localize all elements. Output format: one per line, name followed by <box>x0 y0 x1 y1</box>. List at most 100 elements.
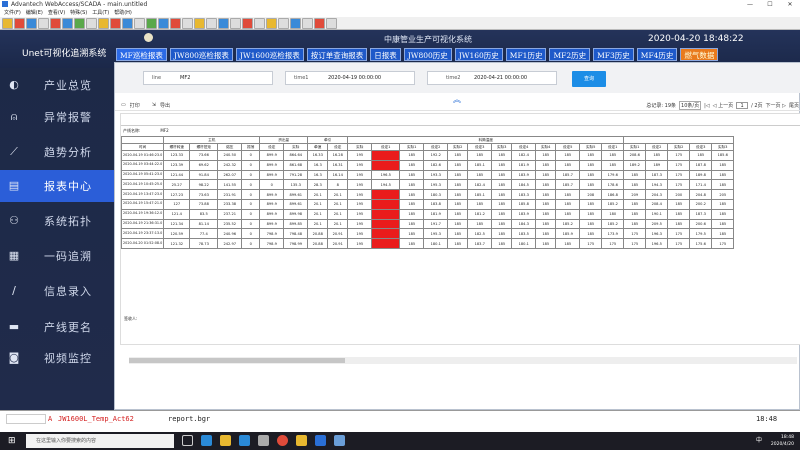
sidebar-item-dashboard[interactable]: ◐ 产业总览 <box>0 69 114 101</box>
menu-view[interactable]: 查看(V) <box>48 9 65 17</box>
tab-report-2[interactable]: JW1600巡检报表 <box>235 48 304 61</box>
store-icon[interactable] <box>239 435 250 446</box>
page-size-select[interactable]: 10条/页 <box>679 101 702 110</box>
table-cell: 185 <box>447 218 469 230</box>
toolbar-tool-icon[interactable] <box>206 17 217 29</box>
table-cell: 185 <box>535 238 557 249</box>
tab-report-0[interactable]: MF巡检报表 <box>116 48 167 61</box>
table-cell: 185 <box>555 198 581 210</box>
tab-report-9[interactable]: MF3历史 <box>593 48 634 61</box>
first-page-button[interactable]: |◁ <box>704 103 710 109</box>
sidebar-item-production-line[interactable]: ▬ 产线更名 <box>0 311 114 343</box>
report-app-icon[interactable] <box>334 435 345 446</box>
table-cell: 899.9 <box>259 198 285 210</box>
tab-report-3[interactable]: 按订单查询报表 <box>306 48 368 61</box>
close-button[interactable]: ✕ <box>780 0 800 9</box>
table-cell: 20.91 <box>327 228 349 240</box>
last-page-button[interactable]: 尾页 <box>789 102 799 109</box>
prev-page-button[interactable]: ◁ 上一页 <box>713 102 733 109</box>
toolbar-tool-icon[interactable] <box>50 17 61 29</box>
toolbar-tool-icon[interactable] <box>86 17 97 29</box>
tab-report-6[interactable]: JW160历史 <box>454 48 503 61</box>
task-view-icon[interactable] <box>182 435 193 446</box>
toolbar-tool-icon[interactable] <box>110 17 121 29</box>
toolbar-tool-icon[interactable] <box>98 17 109 29</box>
query-button[interactable]: 查询 <box>572 71 606 87</box>
tab-report-5[interactable]: JW800历史 <box>403 48 452 61</box>
menu-edit[interactable]: 编辑(E) <box>26 9 43 17</box>
sidebar-item-document[interactable]: ▤ 报表中心 <box>0 170 114 202</box>
menu-tools[interactable]: 工具(T) <box>92 9 109 17</box>
toolbar-tool-icon[interactable] <box>170 17 181 29</box>
toolbar-tool-icon[interactable] <box>146 17 157 29</box>
table-cell: 185 <box>535 159 557 171</box>
toolbar-tool-icon[interactable] <box>122 17 133 29</box>
toolbar-tool-icon[interactable] <box>302 17 313 29</box>
sidebar-item-trend-chart[interactable]: ⟋ 趋势分析 <box>0 136 114 168</box>
toolbar-tool-icon[interactable] <box>242 17 253 29</box>
table-cell: 183.8 <box>423 198 449 210</box>
print-button[interactable]: 打印 <box>130 102 140 109</box>
tab-report-11[interactable]: 燃气数据 <box>680 48 719 61</box>
line-filter[interactable]: line MF2 <box>143 71 273 85</box>
toolbar-tool-icon[interactable] <box>218 17 229 29</box>
toolbar-tool-icon[interactable] <box>134 17 145 29</box>
tray-lang[interactable]: 中 <box>756 437 762 444</box>
toolbar-tool-icon[interactable] <box>26 17 37 29</box>
maximize-button[interactable]: ☐ <box>760 0 780 9</box>
horizontal-scrollbar[interactable] <box>129 357 797 364</box>
scrollbar-thumb[interactable] <box>129 358 345 363</box>
menu-help[interactable]: 帮助(H) <box>114 9 132 17</box>
toolbar-tool-icon[interactable] <box>74 17 85 29</box>
table-cell: 0 <box>241 208 261 220</box>
time2-filter[interactable]: time2 2020-04-21 00:00:00 <box>427 71 557 85</box>
tab-report-8[interactable]: MF2历史 <box>549 48 591 61</box>
sidebar-item-bell[interactable]: ⍝ 异常报警 <box>0 101 114 133</box>
scada-app-icon[interactable] <box>315 435 326 446</box>
edge-icon[interactable] <box>201 435 212 446</box>
export-button[interactable]: 导出 <box>160 102 170 109</box>
tab-report-4[interactable]: 日报表 <box>370 48 401 61</box>
sidebar-item-camera[interactable]: ◙ 视频监控 <box>0 342 114 374</box>
table-cell: 195 <box>347 159 373 171</box>
toolbar-tool-icon[interactable] <box>254 17 265 29</box>
toolbar-tool-icon[interactable] <box>38 17 49 29</box>
sidebar-item-pen[interactable]: ∕ 信息录入 <box>0 275 114 307</box>
toolbar-tool-icon[interactable] <box>278 17 289 29</box>
table-cell: 20.1 <box>307 208 329 220</box>
toolbar-tool-icon[interactable] <box>326 17 337 29</box>
next-page-button[interactable]: 下一页 ▷ <box>766 102 786 109</box>
table-cell: 798.99 <box>283 238 309 249</box>
table-cell: 185 <box>399 208 425 220</box>
sidebar-item-qrcode[interactable]: ▦ 一码追溯 <box>0 240 114 272</box>
tab-report-7[interactable]: MF1历史 <box>505 48 547 61</box>
page-input[interactable]: 1 <box>736 102 749 109</box>
print-icon: ▭ <box>121 102 126 108</box>
tray-date[interactable]: 2020/4/20 <box>771 441 794 448</box>
toolbar-tool-icon[interactable] <box>14 17 25 29</box>
explorer-app-icon[interactable] <box>296 435 307 446</box>
tab-report-1[interactable]: JW800巡检报表 <box>169 48 233 61</box>
toolbar-tool-icon[interactable] <box>182 17 193 29</box>
menu-file[interactable]: 文件(F) <box>4 9 21 17</box>
tab-report-10[interactable]: MF4历史 <box>636 48 678 61</box>
table-cell: 185.6 <box>711 150 735 161</box>
sidebar-item-topology[interactable]: ⚇ 系统拓扑 <box>0 205 114 237</box>
toolbar-tool-icon[interactable] <box>314 17 325 29</box>
time1-filter[interactable]: time1 2020-04-19 00:00:00 <box>285 71 415 85</box>
menu-special[interactable]: 特殊(S) <box>70 9 87 17</box>
tray-clock[interactable]: 18:48 <box>771 434 794 441</box>
file-explorer-icon[interactable] <box>220 435 231 446</box>
toolbar-tool-icon[interactable] <box>62 17 73 29</box>
toolbar-tool-icon[interactable] <box>2 17 13 29</box>
toolbar-tool-icon[interactable] <box>290 17 301 29</box>
minimize-button[interactable]: — <box>740 0 760 9</box>
toolbar-tool-icon[interactable] <box>158 17 169 29</box>
mail-icon[interactable] <box>258 435 269 446</box>
chrome-icon[interactable] <box>277 435 288 446</box>
toolbar-tool-icon[interactable] <box>230 17 241 29</box>
toolbar-tool-icon[interactable] <box>194 17 205 29</box>
windows-start-icon[interactable]: ⊞ <box>8 436 18 446</box>
toolbar-tool-icon[interactable] <box>266 17 277 29</box>
taskbar-search-input[interactable]: 在这里输入你要搜索的内容 <box>26 434 174 448</box>
